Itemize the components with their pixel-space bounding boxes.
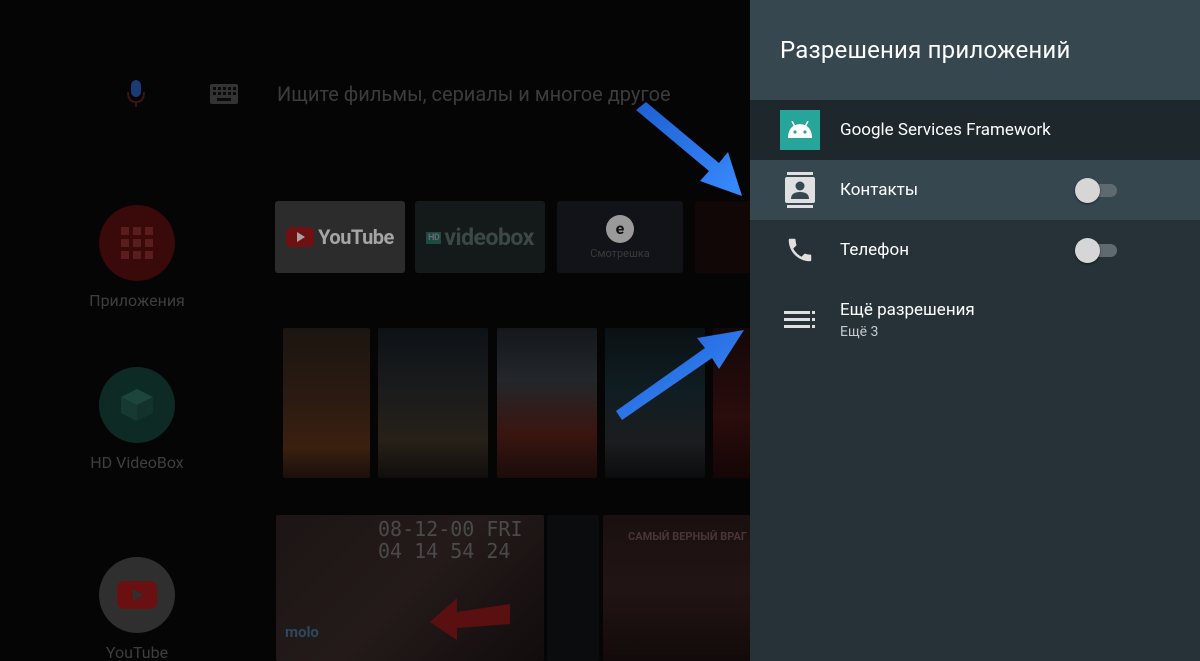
panel-header: Разрешения приложений <box>750 0 1200 100</box>
permission-row-contacts[interactable]: Контакты <box>750 160 1200 220</box>
app-name: Google Services Framework <box>840 120 1051 140</box>
permission-label: Контакты <box>840 180 919 200</box>
app-info-row: Google Services Framework <box>750 100 1200 160</box>
android-icon <box>780 110 820 150</box>
contacts-toggle[interactable] <box>1075 178 1117 203</box>
list-icon <box>780 300 820 340</box>
more-permissions-count: Ещё 3 <box>840 324 879 340</box>
permissions-panel: Разрешения приложений Google Services Fr… <box>750 0 1200 661</box>
more-permissions-row[interactable]: Ещё разрешения Ещё 3 <box>750 280 1200 360</box>
phone-icon <box>780 230 820 270</box>
panel-title: Разрешения приложений <box>780 36 1071 64</box>
contacts-icon <box>780 170 820 210</box>
permission-row-phone[interactable]: Телефон <box>750 220 1200 280</box>
annotation-arrow-icon <box>616 102 744 420</box>
permission-label: Телефон <box>840 240 910 260</box>
more-permissions-label: Ещё разрешения <box>840 300 975 320</box>
launcher-background: Ищите фильмы, сериалы и многое другое Пр… <box>0 0 750 661</box>
phone-toggle[interactable] <box>1075 238 1117 263</box>
